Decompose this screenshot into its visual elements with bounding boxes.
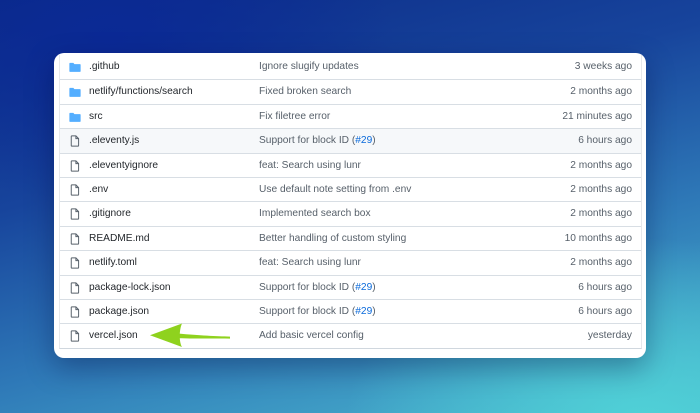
file-row[interactable]: .eleventy.js Support for block ID (#29) 6 …	[60, 128, 641, 153]
commit-message[interactable]: Add basic vercel config	[259, 330, 364, 341]
file-icon	[69, 281, 81, 294]
file-list-card: .github Ignore slugify updates 3 weeks ago…	[54, 53, 646, 358]
commit-message[interactable]: Support for block ID (#29)	[259, 282, 376, 293]
commit-message[interactable]: Support for block ID (#29)	[259, 135, 376, 146]
commit-message-text: Support for block ID (	[259, 281, 356, 293]
file-row[interactable]: README.md Better handling of custom styli…	[60, 225, 641, 250]
file-icon	[69, 233, 81, 245]
commit-age: 2 months ago	[570, 183, 632, 195]
file-icon	[69, 208, 81, 220]
commit-age: 6 hours ago	[578, 135, 632, 147]
file-name-link[interactable]: netlify.toml	[89, 257, 137, 268]
file-name-link[interactable]: vercel.json	[89, 330, 138, 341]
file-row[interactable]: .github Ignore slugify updates 3 weeks ago	[60, 55, 641, 79]
file-icon	[69, 159, 81, 172]
folder-icon	[69, 111, 81, 123]
file-name-link[interactable]: .env	[89, 184, 108, 195]
file-icon	[69, 330, 81, 342]
file-name-link[interactable]: package-lock.json	[89, 282, 171, 293]
folder-icon	[69, 86, 81, 98]
commit-age: 6 hours ago	[578, 305, 632, 317]
file-row[interactable]: netlify/functions/search Fixed broken sea…	[60, 79, 641, 103]
issue-link[interactable]: #29	[355, 282, 372, 293]
file-name-link[interactable]: .eleventyignore	[89, 160, 158, 171]
commit-age: 10 months ago	[564, 232, 632, 244]
file-icon	[69, 257, 81, 269]
commit-message[interactable]: Ignore slugify updates	[259, 61, 359, 72]
commit-age: 21 minutes ago	[562, 110, 632, 122]
commit-message[interactable]: feat: Search using lunr	[259, 257, 361, 268]
commit-message[interactable]: Implemented search box	[259, 208, 371, 219]
file-icon	[69, 135, 81, 147]
commit-message[interactable]: Support for block ID (#29)	[259, 306, 376, 317]
file-name-link[interactable]: .eleventy.js	[89, 135, 139, 146]
arrow-shaft	[178, 333, 230, 339]
issue-link[interactable]: #29	[355, 306, 372, 317]
commit-age: yesterday	[587, 330, 632, 342]
commit-age: 2 months ago	[570, 86, 632, 98]
file-list: .github Ignore slugify updates 3 weeks ago…	[59, 55, 642, 349]
file-name-link[interactable]: .gitignore	[89, 208, 131, 219]
commit-message[interactable]: Fix filetree error	[259, 111, 330, 122]
commit-age: 3 weeks ago	[574, 61, 632, 72]
file-name-link[interactable]: package.json	[89, 306, 149, 317]
file-name-link[interactable]: src	[89, 111, 103, 122]
file-name-link[interactable]: README.md	[89, 233, 150, 244]
folder-icon	[69, 61, 81, 73]
commit-message[interactable]: Use default note setting from .env	[259, 184, 411, 195]
file-row[interactable]: netlify.toml feat: Search using lunr 2 mon…	[60, 250, 641, 274]
issue-link[interactable]: #29	[355, 135, 372, 146]
file-icon	[69, 306, 81, 318]
commit-message[interactable]: feat: Search using lunr	[259, 160, 361, 171]
arrow-head	[150, 323, 182, 347]
commit-message-text: )	[372, 135, 376, 147]
file-row[interactable]: .eleventyignore feat: Search using lunr 2 …	[60, 152, 641, 177]
file-row[interactable]: src Fix filetree error 21 minutes ago	[60, 103, 641, 128]
file-name-link[interactable]: netlify/functions/search	[89, 86, 193, 97]
commit-message[interactable]: Better handling of custom styling	[259, 233, 406, 244]
commit-message-text: Support for block ID (	[259, 135, 356, 147]
file-row[interactable]: .gitignore Implemented search box 2 months…	[60, 201, 641, 225]
commit-message[interactable]: Fixed broken search	[259, 86, 351, 97]
commit-age: 2 months ago	[570, 208, 632, 220]
commit-age: 6 hours ago	[578, 281, 632, 293]
commit-age: 2 months ago	[570, 159, 632, 171]
arrow-left-icon	[150, 323, 230, 347]
file-name-link[interactable]: .github	[89, 61, 120, 72]
file-row[interactable]: package.json Support for block ID (#29) 6 …	[60, 298, 641, 323]
commit-message-text: )	[372, 305, 376, 317]
file-row[interactable]: package-lock.json Support for block ID (#…	[60, 274, 641, 299]
commit-message-text: Support for block ID (	[259, 305, 356, 317]
file-row[interactable]: .env Use default note setting from .env 2 …	[60, 176, 641, 201]
file-icon	[69, 184, 81, 196]
commit-message-text: )	[372, 281, 376, 293]
commit-age: 2 months ago	[570, 257, 632, 269]
